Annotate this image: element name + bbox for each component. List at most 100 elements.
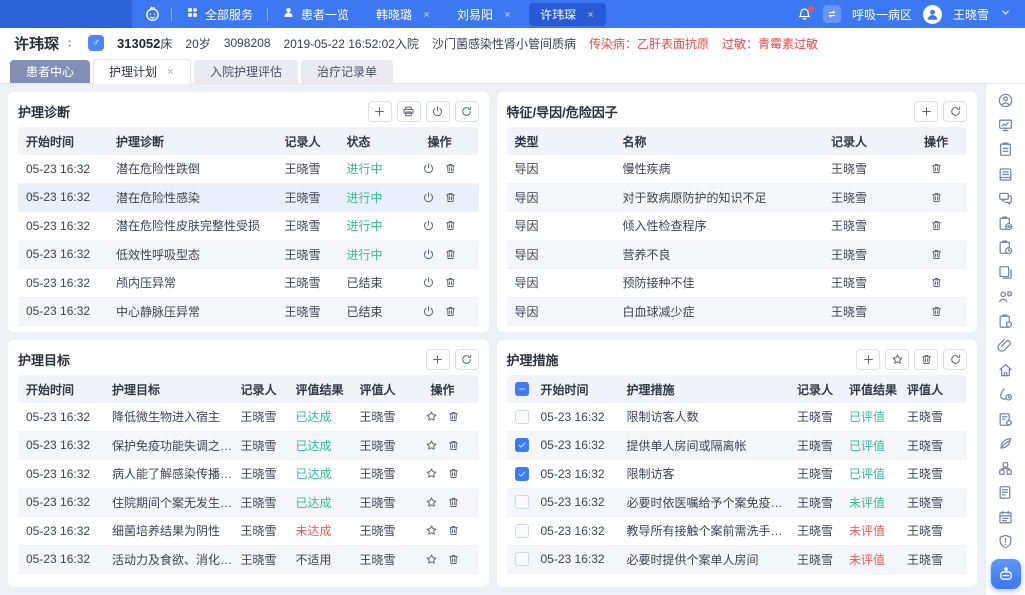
drop-clock-icon[interactable] xyxy=(997,386,1014,403)
power-button[interactable] xyxy=(422,305,435,318)
trash-button[interactable] xyxy=(930,162,943,175)
tab-1[interactable]: 患者中心 xyxy=(10,60,90,83)
row-checkbox[interactable] xyxy=(515,467,529,481)
power-button[interactable] xyxy=(422,219,435,232)
refresh-button[interactable] xyxy=(455,349,479,370)
table-row[interactable]: 导因慢性疾病王晓雪 xyxy=(507,155,968,184)
power-button[interactable] xyxy=(422,276,435,289)
select-all-checkbox[interactable] xyxy=(515,382,529,396)
refresh-button[interactable] xyxy=(943,349,967,370)
close-icon[interactable] xyxy=(503,10,512,19)
leaf-icon[interactable] xyxy=(997,435,1014,452)
user-circle-icon[interactable] xyxy=(997,92,1014,109)
trash-button[interactable] xyxy=(447,496,460,509)
star-button[interactable] xyxy=(885,349,909,370)
refresh-button[interactable] xyxy=(455,101,479,122)
star-button[interactable] xyxy=(425,467,438,480)
table-row[interactable]: 05-23 16:32必要时提供个案单人房间王晓雪未评值王晓雪 xyxy=(507,546,968,575)
trash-button[interactable] xyxy=(447,553,460,566)
username-label[interactable]: 王晓雪 xyxy=(953,6,989,23)
plus-button[interactable] xyxy=(426,349,450,370)
trash-button[interactable] xyxy=(447,439,460,452)
row-checkbox[interactable] xyxy=(515,495,529,509)
trash-button[interactable] xyxy=(444,191,457,204)
table-row[interactable]: 导因预防接种不佳王晓雪 xyxy=(507,269,968,298)
app-logo-icon[interactable] xyxy=(144,6,161,23)
table-row[interactable]: 05-23 16:32降低微生物进入宿主王晓雪已达成王晓雪 xyxy=(18,403,479,432)
trash-button[interactable] xyxy=(930,305,943,318)
table-row[interactable]: 05-23 16:32限制访客王晓雪已评值王晓雪 xyxy=(507,460,968,489)
printer-button[interactable] xyxy=(397,101,421,122)
row-checkbox[interactable] xyxy=(515,438,529,452)
patient-tab-2[interactable]: 刘易阳 xyxy=(444,0,525,28)
trash-button[interactable] xyxy=(444,276,457,289)
book-icon[interactable] xyxy=(997,166,1014,183)
tab-2[interactable]: 护理计划 xyxy=(93,59,191,84)
trash-button[interactable] xyxy=(914,349,938,370)
trash-button[interactable] xyxy=(930,276,943,289)
plus-button[interactable] xyxy=(856,349,880,370)
row-checkbox[interactable] xyxy=(515,410,529,424)
clipboard-clock-icon[interactable] xyxy=(997,239,1014,256)
person-chat-icon[interactable] xyxy=(997,288,1014,305)
row-checkbox[interactable] xyxy=(515,552,529,566)
doc-gear-icon[interactable] xyxy=(997,411,1014,428)
close-icon[interactable] xyxy=(166,67,175,76)
table-row[interactable]: 05-23 16:32教导所有接触个案前需洗手及戴口罩王晓雪未评值王晓雪 xyxy=(507,517,968,546)
trash-button[interactable] xyxy=(444,248,457,261)
trash-button[interactable] xyxy=(930,219,943,232)
chat-icon[interactable] xyxy=(997,190,1014,207)
table-row[interactable]: 05-23 16:32住院期间个案无发生感染…王晓雪已达成王晓雪 xyxy=(18,489,479,518)
table-row[interactable]: 导因倾入性检查程序王晓雪 xyxy=(507,212,968,241)
chart-board-icon[interactable] xyxy=(997,117,1014,134)
table-row[interactable]: 05-23 16:32低效性呼吸型态王晓雪进行中 xyxy=(18,241,479,270)
tab-3[interactable]: 入院护理评估 xyxy=(194,60,298,83)
chevron-down-icon[interactable] xyxy=(1000,7,1011,21)
table-row[interactable]: 导因营养不良王晓雪 xyxy=(507,241,968,270)
trash-button[interactable] xyxy=(444,162,457,175)
copy-icon[interactable] xyxy=(997,264,1014,281)
ward-label[interactable]: 呼吸一病区 xyxy=(852,6,912,23)
close-icon[interactable] xyxy=(422,10,431,19)
table-row[interactable]: 05-23 16:32颅内压异常王晓雪已结束 xyxy=(18,269,479,298)
plus-button[interactable] xyxy=(914,101,938,122)
trash-button[interactable] xyxy=(447,467,460,480)
table-row[interactable]: 05-23 16:32潜在危险性跌倒王晓雪进行中 xyxy=(18,155,479,184)
user-avatar[interactable] xyxy=(923,5,942,24)
trash-button[interactable] xyxy=(930,191,943,204)
sort-icon[interactable] xyxy=(64,38,75,49)
table-row[interactable]: 导因白血球减少症王晓雪 xyxy=(507,298,968,327)
close-icon[interactable] xyxy=(586,10,595,19)
doc-list-icon[interactable] xyxy=(997,484,1014,501)
trash-button[interactable] xyxy=(447,524,460,537)
star-button[interactable] xyxy=(425,410,438,423)
table-row[interactable]: 05-23 16:32细菌培养结果为阴性王晓雪未达成王晓雪 xyxy=(18,517,479,546)
power-button[interactable] xyxy=(422,191,435,204)
tab-4[interactable]: 治疗记录单 xyxy=(301,60,393,83)
power-button[interactable] xyxy=(426,101,450,122)
table-row[interactable]: 05-23 16:32潜在危险性皮肤完整性受损王晓雪进行中 xyxy=(18,212,479,241)
paperclip-icon[interactable] xyxy=(997,337,1014,354)
nav-patient-list[interactable]: 患者一览 xyxy=(268,0,363,28)
switch-ward-icon[interactable] xyxy=(823,5,841,23)
star-button[interactable] xyxy=(425,524,438,537)
refresh-button[interactable] xyxy=(943,101,967,122)
power-button[interactable] xyxy=(422,248,435,261)
star-button[interactable] xyxy=(425,553,438,566)
trash-button[interactable] xyxy=(444,305,457,318)
table-row[interactable]: 05-23 16:32限制访客人数王晓雪已评值王晓雪 xyxy=(507,403,968,432)
patient-tab-1[interactable]: 韩晓璐 xyxy=(363,0,444,28)
clipboard-pulse-icon[interactable] xyxy=(997,215,1014,232)
table-row[interactable]: 05-23 16:32提供单人房间或隔离帐王晓雪已评值王晓雪 xyxy=(507,432,968,461)
star-button[interactable] xyxy=(425,496,438,509)
plus-button[interactable] xyxy=(368,101,392,122)
shield-alert-icon[interactable] xyxy=(997,533,1014,550)
table-row[interactable]: 05-23 16:32潜在危险性感染王晓雪进行中 xyxy=(18,184,479,213)
home-lamp-icon[interactable] xyxy=(997,362,1014,379)
clipboard-shield-icon[interactable] xyxy=(997,313,1014,330)
calendar-icon[interactable] xyxy=(997,509,1014,526)
org-chart-icon[interactable] xyxy=(997,460,1014,477)
table-row[interactable]: 05-23 16:32活动力及食欲、消化良好王晓雪不适用王晓雪 xyxy=(18,546,479,575)
trash-button[interactable] xyxy=(930,248,943,261)
power-button[interactable] xyxy=(422,162,435,175)
